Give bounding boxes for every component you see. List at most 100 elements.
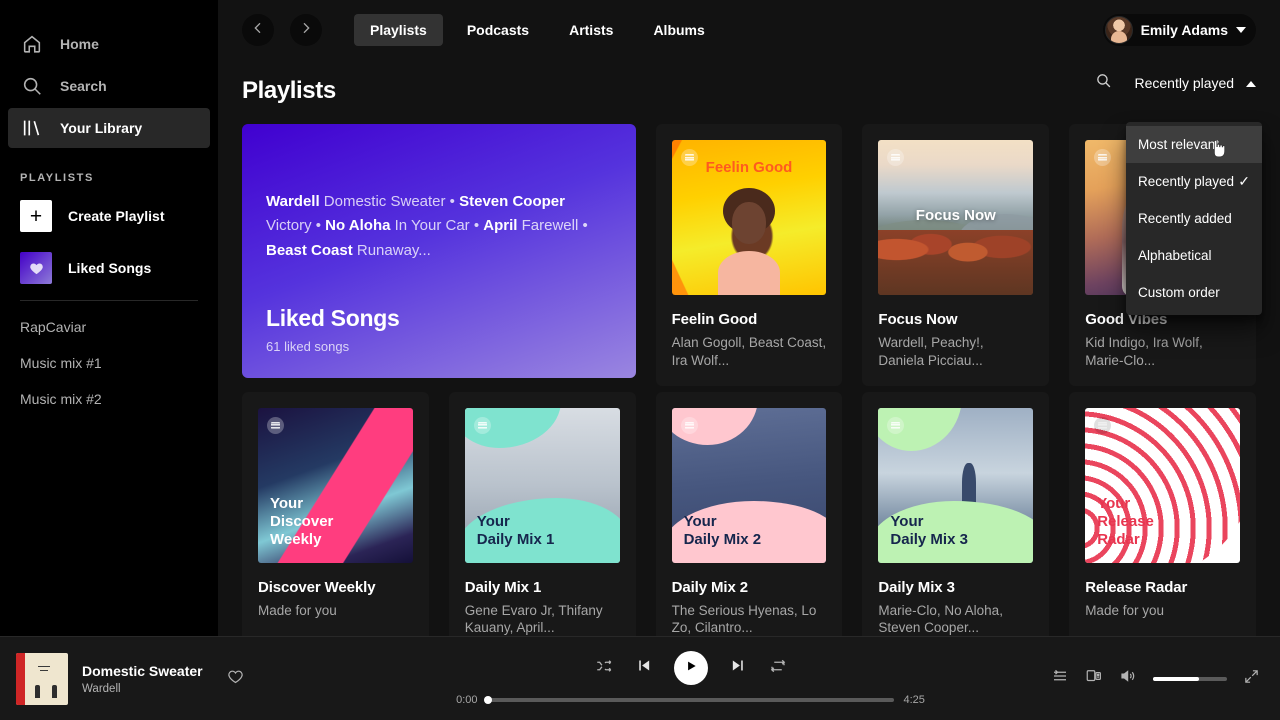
playlist-card-focus-now[interactable]: Focus Now Focus Now Wardell, Peachy!, Da… <box>862 124 1050 386</box>
sidebar-item-search[interactable]: Search <box>8 66 210 106</box>
sidebar-playlist-music-mix-2[interactable]: Music mix #2 <box>0 381 218 417</box>
spotify-badge-icon <box>887 149 905 166</box>
sidebar-item-label: Home <box>60 36 99 52</box>
sidebar-playlist-rapcaviar[interactable]: RapCaviar <box>0 309 218 345</box>
play-button[interactable] <box>673 651 708 685</box>
playlist-grid-row-2: Your Discover Weekly Discover Weekly Mad… <box>242 391 1256 636</box>
track-artist: Wardell <box>82 682 121 695</box>
sidebar-item-label: Your Library <box>60 120 143 136</box>
user-name: Emily Adams <box>1140 22 1228 38</box>
queue-icon <box>1051 667 1069 690</box>
previous-button[interactable] <box>635 657 652 679</box>
spotify-badge-icon <box>887 416 905 434</box>
back-button[interactable] <box>242 14 274 46</box>
heart-icon[interactable] <box>227 668 244 690</box>
fullscreen-icon <box>1243 668 1260 690</box>
library-icon <box>20 116 44 140</box>
track-song: Farewell <box>521 217 579 235</box>
cover-caption: Focus Now <box>915 206 996 224</box>
playlist-cover: Feelin Good <box>671 140 827 295</box>
playlist-cover: Your Release Radar <box>1085 407 1240 563</box>
sort-option-custom-order[interactable]: Custom order <box>1126 274 1262 311</box>
liked-songs-card[interactable]: Wardell Domestic Sweater • Steven Cooper… <box>242 124 636 386</box>
album-art[interactable] <box>16 652 68 705</box>
volume-button[interactable] <box>1119 667 1137 690</box>
playlist-card-feelin-good[interactable]: Feelin Good Feelin Good Alan Gogoll, Bea… <box>655 124 843 386</box>
playlist-card-daily-mix-3[interactable]: Your Daily Mix 3 Daily Mix 3 Marie-Clo, … <box>862 391 1050 636</box>
sort-dropdown-button[interactable]: Recently played <box>1134 75 1256 91</box>
cover-caption: Your Discover Weekly <box>270 495 334 548</box>
playlist-subtitle: Wardell, Peachy!, Daniela Picciau... <box>878 334 984 368</box>
sort-dropdown-menu: Most relevant Recently played ✓ Recently… <box>1126 122 1262 315</box>
volume-icon <box>1119 667 1137 690</box>
page-header: Playlists Recently played <box>242 64 1256 118</box>
shuffle-button[interactable] <box>595 657 613 680</box>
track-artist: Wardell <box>266 193 320 210</box>
tab-artists[interactable]: Artists <box>553 14 629 46</box>
liked-songs-title: Liked Songs <box>266 305 400 331</box>
playlist-card-daily-mix-1[interactable]: Your Daily Mix 1 Daily Mix 1 Gene Evaro … <box>448 391 636 636</box>
sidebar: Home Search Your Library PLAYLISTS + Cre… <box>0 0 218 636</box>
cover-caption: Your Daily Mix 1 <box>476 513 555 548</box>
spotify-badge-icon <box>267 416 284 434</box>
track-title: Domestic Sweater <box>82 662 203 679</box>
queue-button[interactable] <box>1051 667 1069 690</box>
forward-button[interactable] <box>290 14 322 46</box>
liked-songs-meta: Liked Songs 61 liked songs <box>266 305 612 354</box>
search-icon[interactable] <box>1095 72 1112 94</box>
playlist-title: Discover Weekly <box>258 578 376 596</box>
sidebar-item-your-library[interactable]: Your Library <box>8 108 210 148</box>
liked-songs-link[interactable]: Liked Songs <box>0 246 218 290</box>
cover-caption: Feelin Good <box>705 158 793 176</box>
sort-option-alphabetical[interactable]: Alphabetical <box>1126 237 1262 274</box>
chevron-right-icon <box>298 20 314 41</box>
search-icon <box>20 74 44 98</box>
check-icon: ✓ <box>1238 173 1250 189</box>
playlist-card-discover-weekly[interactable]: Your Discover Weekly Discover Weekly Mad… <box>242 391 429 636</box>
avatar <box>1104 16 1133 44</box>
track-artist: Steven Cooper <box>459 193 565 210</box>
repeat-button[interactable] <box>769 657 787 680</box>
playlist-title: Daily Mix 1 <box>464 578 542 596</box>
fullscreen-button[interactable] <box>1243 668 1260 690</box>
tab-playlists[interactable]: Playlists <box>354 14 443 46</box>
sort-controls: Recently played <box>1095 72 1256 94</box>
sidebar-item-home[interactable]: Home <box>8 24 210 64</box>
devices-button[interactable] <box>1085 667 1103 690</box>
sort-option-recently-played[interactable]: Recently played ✓ <box>1126 163 1262 200</box>
track-song: Victory <box>266 217 312 235</box>
create-playlist-button[interactable]: + Create Playlist <box>0 194 218 238</box>
now-playing-text: Domestic Sweater Wardell <box>82 663 203 695</box>
spotify-badge-icon <box>680 416 698 434</box>
sort-option-label: Custom order <box>1138 285 1220 300</box>
spotify-badge-icon <box>1094 416 1112 434</box>
heart-icon <box>20 252 52 284</box>
playlist-cover: Your Daily Mix 1 <box>464 407 620 563</box>
sort-option-recently-added[interactable]: Recently added <box>1126 200 1262 237</box>
track-artist: Beast Coast <box>266 241 353 259</box>
liked-songs-count: 61 liked songs <box>266 339 350 354</box>
playlist-title: Daily Mix 2 <box>671 578 749 596</box>
chevron-left-icon <box>250 20 266 41</box>
progress-handle[interactable] <box>483 696 492 704</box>
progress-slider[interactable] <box>483 696 894 704</box>
tab-albums[interactable]: Albums <box>637 14 720 46</box>
shuffle-icon <box>595 657 613 680</box>
playlist-card-daily-mix-2[interactable]: Your Daily Mix 2 Daily Mix 2 The Serious… <box>655 391 843 636</box>
devices-icon <box>1085 667 1103 690</box>
progress-row: 0:00 4:25 <box>456 694 925 706</box>
current-time: 0:00 <box>456 694 478 706</box>
liked-songs-cover: Wardell Domestic Sweater • Steven Cooper… <box>242 124 636 378</box>
track-artist: April <box>483 217 518 235</box>
top-bar: Playlists Podcasts Artists Albums Emily … <box>218 0 1280 60</box>
playlist-subtitle: Alan Gogoll, Beast Coast, Ira Wolf... <box>671 334 827 368</box>
playlist-card-release-radar[interactable]: Your Release Radar Release Radar Made fo… <box>1069 391 1256 636</box>
volume-slider[interactable] <box>1153 676 1227 681</box>
total-time: 4:25 <box>903 694 925 706</box>
user-menu-button[interactable]: Emily Adams <box>1102 14 1256 46</box>
next-button[interactable] <box>730 657 747 679</box>
sort-option-most-relevant[interactable]: Most relevant <box>1126 126 1262 163</box>
tab-podcasts[interactable]: Podcasts <box>451 14 545 46</box>
plus-icon: + <box>20 200 52 232</box>
sidebar-playlist-music-mix-1[interactable]: Music mix #1 <box>0 345 218 381</box>
